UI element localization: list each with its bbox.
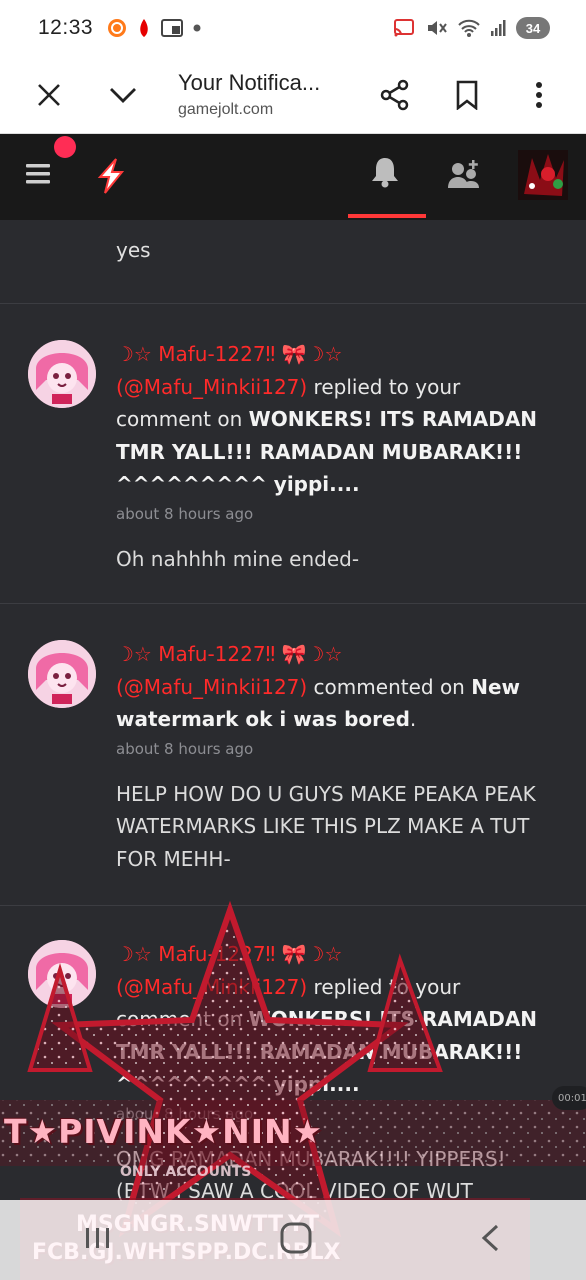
active-tab-indicator <box>348 214 426 218</box>
avatar-image <box>28 640 96 708</box>
site-navbar <box>0 134 586 220</box>
cast-icon <box>392 18 416 38</box>
username-link[interactable]: ☽☆ Mafu-1227‼ 🎀☽☆ <box>116 942 342 966</box>
status-time: 12:33 <box>38 16 94 39</box>
more-vert-icon <box>536 81 542 108</box>
notification-item[interactable]: ☽☆ Mafu-1227‼ 🎀☽☆ (@Mafu_Minkii127) comme… <box>0 604 586 906</box>
gamejolt-logo-button[interactable] <box>96 158 126 198</box>
notification-comment: OMG RAMADAN MUBARAK!!!! YIPPERS! (BTW I … <box>116 1146 506 1204</box>
vodafone-icon <box>137 18 151 38</box>
avatar-image <box>28 940 96 1008</box>
bookmark-button[interactable] <box>442 70 492 120</box>
status-left-icons <box>107 18 201 38</box>
notification-body: ☽☆ Mafu-1227‼ 🎀☽☆ (@Mafu_Minkii127) repli… <box>116 938 556 1208</box>
notification-dot <box>54 136 76 158</box>
username-link[interactable]: ☽☆ Mafu-1227‼ 🎀☽☆ <box>116 642 342 666</box>
commenter-avatar[interactable] <box>26 938 98 1010</box>
notification-message: ☽☆ Mafu-1227‼ 🎀☽☆ (@Mafu_Minkii127) repli… <box>116 338 556 501</box>
home-button[interactable] <box>279 1221 313 1259</box>
notifications-tab[interactable] <box>370 156 400 192</box>
commenter-avatar[interactable] <box>26 638 98 710</box>
floating-timer[interactable]: 00:01 <box>552 1086 586 1110</box>
minimize-button[interactable] <box>98 70 148 120</box>
share-icon <box>380 79 409 110</box>
home-icon <box>280 1222 312 1254</box>
notification-message: ☽☆ Mafu-1227‼ 🎀☽☆ (@Mafu_Minkii127) repli… <box>116 938 556 1101</box>
notification-action: commented on <box>307 674 472 699</box>
user-avatar-image <box>518 150 568 200</box>
friends-tab[interactable] <box>446 160 480 194</box>
chevron-down-icon <box>110 87 136 103</box>
notifications-feed: yes ☽☆ Mafu-1227‼ 🎀☽☆ (@Mafu_Minkii127) r… <box>0 220 586 1280</box>
browser-toolbar: Your Notifica... gamejolt.com <box>0 56 586 134</box>
battery-indicator: 34 <box>516 17 550 39</box>
target-suffix: . <box>409 707 417 731</box>
user-handle[interactable]: (@Mafu_Minkii127) <box>116 375 307 399</box>
app-notification-icon <box>107 18 127 38</box>
close-icon <box>38 83 60 106</box>
menu-button[interactable] <box>26 162 50 190</box>
notification-time: about 8 hours ago <box>116 1104 254 1123</box>
status-bar: 12:33 34 <box>0 0 586 56</box>
friends-icon <box>448 160 479 188</box>
notification-item[interactable]: ☽☆ Mafu-1227‼ 🎀☽☆ (@Mafu_Minkii127) repli… <box>0 304 586 604</box>
username-link[interactable]: ☽☆ Mafu-1227‼ 🎀☽☆ <box>116 342 342 366</box>
user-handle[interactable]: (@Mafu_Minkii127) <box>116 975 307 999</box>
page-title-area: Your Notifica... gamejolt.com <box>178 70 348 119</box>
page-title: Your Notifica... <box>178 70 321 95</box>
commenter-avatar[interactable] <box>26 338 98 410</box>
user-avatar[interactable] <box>518 150 568 200</box>
page-domain: gamejolt.com <box>178 101 274 118</box>
notification-time: about 8 hours ago <box>116 504 254 523</box>
bell-icon <box>372 158 398 188</box>
mute-icon <box>426 18 448 38</box>
notification-item[interactable]: yes <box>0 220 586 304</box>
user-handle[interactable]: (@Mafu_Minkii127) <box>116 675 307 699</box>
gamejolt-logo-icon <box>97 158 125 194</box>
back-icon <box>481 1224 499 1252</box>
status-right-icons: 34 <box>392 17 550 39</box>
window-icon <box>161 19 184 37</box>
dot-icon <box>193 24 201 32</box>
notification-body: ☽☆ Mafu-1227‼ 🎀☽☆ (@Mafu_Minkii127) comme… <box>116 638 556 875</box>
more-options-button[interactable] <box>514 70 564 120</box>
wifi-icon <box>458 18 480 38</box>
recent-apps-button[interactable] <box>83 1225 113 1255</box>
share-button[interactable] <box>370 70 420 120</box>
toolbar-actions <box>370 70 564 120</box>
notification-time: about 8 hours ago <box>116 739 254 758</box>
notification-comment: Oh nahhhh mine ended- <box>116 546 360 571</box>
close-button[interactable] <box>24 70 74 120</box>
bookmark-icon <box>456 80 478 110</box>
menu-icon <box>26 164 50 184</box>
notification-message: ☽☆ Mafu-1227‼ 🎀☽☆ (@Mafu_Minkii127) comme… <box>116 638 556 736</box>
notification-comment: HELP HOW DO U GUYS MAKE PEAKA PEAK WATER… <box>116 781 536 871</box>
recent-apps-icon <box>86 1228 109 1248</box>
notification-comment: yes <box>116 238 151 262</box>
notification-body: ☽☆ Mafu-1227‼ 🎀☽☆ (@Mafu_Minkii127) repli… <box>116 338 556 575</box>
avatar-image <box>28 340 96 408</box>
system-navigation-bar <box>0 1200 586 1280</box>
back-button[interactable] <box>479 1223 503 1257</box>
signal-icon <box>490 19 506 37</box>
